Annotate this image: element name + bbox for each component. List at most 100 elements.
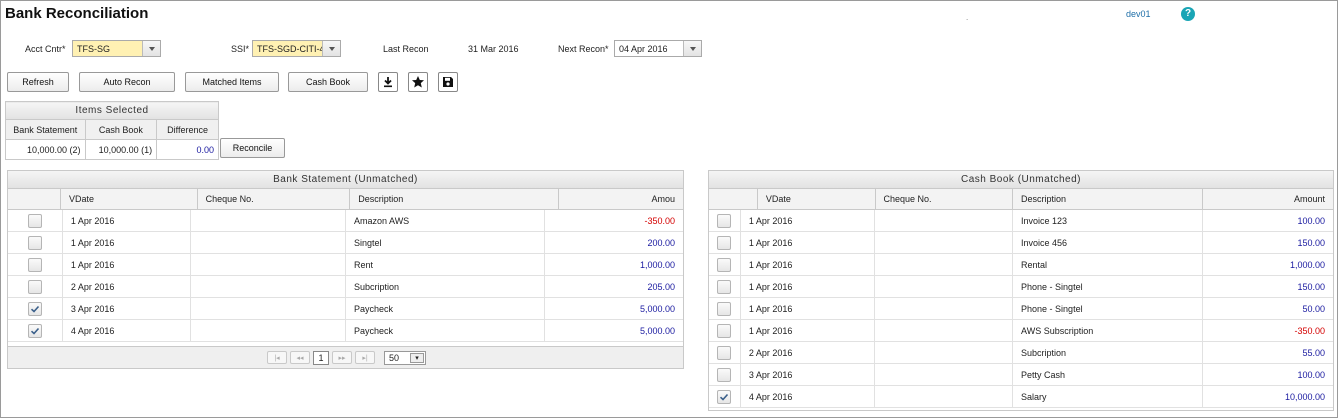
table-row[interactable]: 2 Apr 2016 Subcription 205.00 [8, 276, 683, 298]
unchecked-checkbox[interactable] [27, 213, 42, 228]
star-icon[interactable] [408, 72, 428, 92]
description-cell: Paycheck [346, 320, 546, 341]
table-row[interactable]: 1 Apr 2016 Singtel 200.00 [8, 232, 683, 254]
chevron-down-icon[interactable] [322, 41, 340, 56]
row-select-cell [8, 210, 63, 231]
cheque-cell [875, 276, 1014, 297]
acct-cntr-label: Acct Cntr* [25, 44, 66, 54]
cheque-cell [875, 320, 1014, 341]
cash-header-description[interactable]: Description [1013, 189, 1204, 209]
download-icon[interactable] [378, 72, 398, 92]
save-icon[interactable] [438, 72, 458, 92]
table-row[interactable]: 4 Apr 2016 Salary 10,000.00 [709, 386, 1333, 408]
amount-cell: 1,000.00 [639, 259, 675, 270]
unchecked-checkbox[interactable] [717, 257, 732, 272]
unchecked-checkbox[interactable] [717, 323, 732, 338]
matched-items-button[interactable]: Matched Items [185, 72, 279, 92]
chevron-down-icon[interactable] [142, 41, 160, 56]
vdate-cell: 1 Apr 2016 [741, 276, 876, 297]
unchecked-checkbox[interactable] [717, 279, 732, 294]
first-page-icon[interactable]: |◂ [267, 351, 287, 364]
next-recon-value: 04 Apr 2016 [619, 43, 668, 54]
vdate-cell: 1 Apr 2016 [741, 254, 876, 275]
auto-recon-button[interactable]: Auto Recon [79, 72, 175, 92]
table-row[interactable]: 1 Apr 2016 Phone - Singtel 150.00 [709, 276, 1333, 298]
table-row[interactable]: 4 Apr 2016 Paycheck 5,000.00 [8, 320, 683, 342]
unchecked-checkbox[interactable] [27, 235, 42, 250]
bank-header-cheque[interactable]: Cheque No. [198, 189, 351, 209]
bank-header-description[interactable]: Description [350, 189, 559, 209]
items-difference-value: 0.00 [156, 139, 219, 160]
row-select-cell [8, 298, 63, 319]
cash-header-amount[interactable]: Amount [1203, 189, 1333, 209]
page-size-select[interactable]: 50 ▾ [384, 350, 426, 365]
cheque-cell [875, 364, 1014, 385]
table-row[interactable]: 1 Apr 2016 Phone - Singtel 50.00 [709, 298, 1333, 320]
last-page-icon[interactable]: ▸| [355, 351, 375, 364]
cash-header-cheque[interactable]: Cheque No. [876, 189, 1014, 209]
chevron-down-icon[interactable] [683, 41, 701, 56]
chevron-down-icon[interactable]: ▾ [410, 352, 424, 363]
cheque-cell [875, 210, 1014, 231]
amount-cell: 5,000.00 [639, 325, 675, 336]
ssi-label: SSI* [231, 44, 250, 54]
bank-statement-rows: 1 Apr 2016 Amazon AWS -350.00 1 Apr 2016 Sin… [8, 210, 683, 342]
user-link[interactable]: dev01 [1126, 9, 1151, 19]
table-row[interactable]: 2 Apr 2016 Subcription 55.00 [709, 342, 1333, 364]
table-row[interactable]: 1 Apr 2016 AWS Subscription -350.00 [709, 320, 1333, 342]
table-row[interactable]: 1 Apr 2016 Rent 1,000.00 [8, 254, 683, 276]
ssi-select[interactable]: TFS-SGD-CITI-42 [252, 40, 341, 57]
unchecked-checkbox[interactable] [717, 345, 732, 360]
vdate-cell: 4 Apr 2016 [63, 320, 192, 341]
row-select-cell [8, 320, 63, 341]
table-row[interactable]: 1 Apr 2016 Rental 1,000.00 [709, 254, 1333, 276]
unchecked-checkbox[interactable] [717, 235, 732, 250]
amount-cell: 1,000.00 [1289, 259, 1325, 270]
last-recon-value: 31 Mar 2016 [468, 44, 519, 54]
vdate-cell: 2 Apr 2016 [63, 276, 192, 297]
bank-statement-header: VDate Cheque No. Description Amou [8, 189, 683, 210]
unchecked-checkbox[interactable] [717, 301, 732, 316]
bank-header-select [8, 189, 62, 209]
checked-checkbox[interactable] [27, 301, 42, 316]
cheque-cell [875, 232, 1014, 253]
unchecked-checkbox[interactable] [27, 279, 42, 294]
description-cell: Subcription [1013, 342, 1204, 363]
row-select-cell [709, 254, 741, 275]
cash-header-vdate[interactable]: VDate [758, 189, 876, 209]
table-row[interactable]: 1 Apr 2016 Invoice 456 150.00 [709, 232, 1333, 254]
prev-page-icon[interactable]: ◂◂ [290, 351, 310, 364]
cheque-cell [875, 298, 1014, 319]
description-cell: Singtel [346, 232, 546, 253]
description-cell: AWS Subscription [1013, 320, 1204, 341]
checked-checkbox[interactable] [717, 389, 732, 404]
table-row[interactable]: 1 Apr 2016 Amazon AWS -350.00 [8, 210, 683, 232]
cheque-cell [191, 298, 346, 319]
checked-checkbox[interactable] [27, 323, 42, 338]
cheque-cell [191, 232, 346, 253]
refresh-button[interactable]: Refresh [7, 72, 69, 92]
unchecked-checkbox[interactable] [717, 213, 732, 228]
acct-cntr-select[interactable]: TFS-SG [72, 40, 161, 57]
bank-header-vdate[interactable]: VDate [61, 189, 198, 209]
vdate-cell: 3 Apr 2016 [63, 298, 192, 319]
reconcile-button[interactable]: Reconcile [220, 138, 285, 158]
cheque-cell [191, 210, 346, 231]
page-number-input[interactable]: 1 [313, 350, 329, 365]
next-recon-select[interactable]: 04 Apr 2016 [614, 40, 702, 57]
vdate-cell: 3 Apr 2016 [741, 364, 876, 385]
table-row[interactable]: 3 Apr 2016 Petty Cash 100.00 [709, 364, 1333, 386]
vdate-cell: 1 Apr 2016 [63, 232, 192, 253]
question-circle-icon[interactable]: ? [1181, 7, 1195, 21]
unchecked-checkbox[interactable] [717, 367, 732, 382]
table-row[interactable]: 3 Apr 2016 Paycheck 5,000.00 [8, 298, 683, 320]
vdate-cell: 1 Apr 2016 [63, 254, 192, 275]
next-page-icon[interactable]: ▸▸ [332, 351, 352, 364]
table-row[interactable]: 1 Apr 2016 Invoice 123 100.00 [709, 210, 1333, 232]
cash-book-button[interactable]: Cash Book [288, 72, 368, 92]
bank-header-amount[interactable]: Amou [559, 189, 683, 209]
cash-header-select [709, 189, 758, 209]
unchecked-checkbox[interactable] [27, 257, 42, 272]
cheque-cell [875, 342, 1014, 363]
amount-cell: 150.00 [1297, 237, 1325, 248]
